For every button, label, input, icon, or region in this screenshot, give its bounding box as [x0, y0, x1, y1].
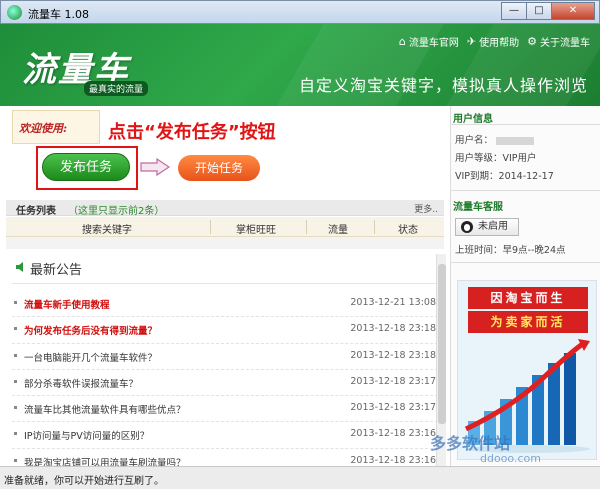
username-label: 用户名：	[455, 135, 494, 146]
bullet	[14, 458, 17, 462]
sidebar: 用户信息 用户名： 用户等级：VIP用户 VIP到期：2014-12-17 流量…	[450, 106, 600, 466]
official-site-label: 流量车官网	[408, 38, 459, 49]
news-date: 2013-12-18 23:16	[350, 428, 436, 440]
column-status[interactable]: 状态	[398, 221, 418, 236]
divider	[451, 262, 600, 263]
arrow-right-icon	[140, 158, 170, 176]
main-panel: 欢迎使用: 点击“发布任务”按钮 发布任务 开始任务 任务列表 （这里只显示前2…	[6, 106, 446, 476]
bullet	[14, 379, 17, 383]
speaker-icon	[16, 262, 23, 272]
news-list: 流量车新手使用教程 2013-12-21 13:08 为何发布任务后没有得到流量…	[12, 291, 438, 476]
news-title[interactable]: 部分杀毒软件误报流量车？	[24, 376, 138, 390]
divider	[451, 124, 600, 125]
header-links: ⌂ 流量车官网 ✈ 使用帮助 ⚙ 关于流量车	[399, 34, 590, 49]
news-date: 2013-12-18 23:17	[350, 375, 436, 387]
gear-icon: ⚙	[527, 35, 537, 48]
column-divider	[210, 220, 211, 234]
bullet	[14, 353, 17, 357]
task-list-header: 任务列表 （这里只显示前2条） 更多..	[6, 200, 444, 217]
news-title[interactable]: 流量车新手使用教程	[24, 297, 110, 311]
customer-service-button[interactable]: 未启用	[455, 218, 519, 236]
column-traffic[interactable]: 流量	[328, 221, 348, 236]
instruction-text: 点击“发布任务”按钮	[108, 122, 276, 143]
publish-task-button[interactable]: 发布任务	[42, 153, 130, 181]
list-item[interactable]: 为何发布任务后没有得到流量？ 2013-12-18 23:18	[12, 317, 438, 344]
username-row: 用户名：	[455, 132, 535, 146]
column-divider	[374, 220, 375, 234]
username-value-redacted	[496, 136, 535, 145]
bullet	[14, 432, 17, 436]
home-icon: ⌂	[398, 35, 406, 48]
vip-expire: VIP到期：2014-12-17	[455, 171, 554, 182]
status-bar: 准备就绪，你可以开始进行互刷了。	[0, 466, 600, 489]
divider	[12, 283, 438, 284]
close-button[interactable]: ✕	[551, 2, 595, 20]
window-title: 流量车 1.08	[28, 8, 89, 21]
title-bar: 流量车 1.08 — □ ✕	[0, 0, 600, 24]
list-item[interactable]: 部分杀毒软件误报流量车？ 2013-12-18 23:17	[12, 370, 438, 397]
more-link[interactable]: 更多..	[414, 202, 438, 215]
news-title[interactable]: 为何发布任务后没有得到流量？	[24, 323, 157, 337]
bullet	[14, 301, 17, 304]
start-task-button[interactable]: 开始任务	[178, 155, 260, 181]
minimize-button[interactable]: —	[501, 2, 527, 20]
news-title[interactable]: IP访问量与PV访问量的区别？	[24, 428, 149, 442]
column-keyword[interactable]: 搜索关键字	[82, 221, 132, 236]
welcome-text: 欢迎使用:	[19, 122, 68, 135]
service-title: 流量车客服	[453, 202, 503, 213]
list-item[interactable]: IP访问量与PV访问量的区别？ 2013-12-18 23:16	[12, 422, 438, 449]
app-icon	[7, 5, 22, 20]
list-item[interactable]: 流量车新手使用教程 2013-12-21 13:08	[12, 291, 438, 318]
task-table-header: 搜索关键字 掌柜旺旺 流量 状态	[6, 217, 444, 237]
watermark-url: ddooo.com	[480, 452, 541, 465]
news-date: 2013-12-18 23:17	[350, 402, 436, 414]
notice-title: 最新公告	[30, 263, 83, 278]
divider	[451, 190, 600, 191]
list-item[interactable]: 流量车比其他流量软件具有哪些优点？ 2013-12-18 23:17	[12, 396, 438, 423]
column-shopkeeper[interactable]: 掌柜旺旺	[236, 221, 276, 236]
official-site-link[interactable]: ⌂ 流量车官网	[399, 34, 459, 49]
service-button-label: 未启用	[478, 221, 508, 232]
bullet	[14, 327, 17, 331]
scroll-thumb[interactable]	[438, 264, 446, 424]
working-hours: 上班时间：早9点--晚24点	[455, 245, 566, 256]
app-header: 流量车 最真实的流量 ⌂ 流量车官网 ✈ 使用帮助 ⚙ 关于流量车 自定义淘宝关…	[0, 24, 600, 106]
column-divider	[306, 220, 307, 234]
window-controls: — □ ✕	[501, 2, 595, 20]
news-date: 2013-12-21 13:08	[350, 297, 436, 308]
news-title[interactable]: 一台电脑能开几个流量车软件？	[24, 350, 157, 364]
welcome-badge: 欢迎使用:	[12, 110, 100, 144]
send-icon: ✈	[466, 35, 477, 48]
status-text: 准备就绪，你可以开始进行互刷了。	[4, 476, 164, 487]
news-date: 2013-12-18 23:18	[350, 349, 436, 361]
news-date: 2013-12-18 23:18	[350, 323, 436, 335]
qq-icon	[461, 221, 473, 233]
user-level: 用户等级：VIP用户	[455, 153, 537, 164]
help-label: 使用帮助	[479, 38, 520, 49]
news-title[interactable]: 流量车比其他流量软件具有哪些优点？	[24, 402, 186, 416]
ad-headline: 因淘宝而生	[468, 287, 588, 309]
logo-tagline: 最真实的流量	[84, 81, 149, 96]
header-slogan: 自定义淘宝关键字，模拟真人操作浏览	[298, 76, 588, 95]
user-info-title: 用户信息	[453, 114, 493, 125]
maximize-button[interactable]: □	[526, 2, 552, 20]
task-list-note: （这里只显示前2条）	[68, 206, 165, 217]
task-list-title: 任务列表	[16, 206, 56, 217]
bullet	[14, 406, 17, 410]
help-link[interactable]: ✈ 使用帮助	[467, 34, 519, 49]
task-table-body	[6, 237, 444, 249]
ad-subline: 为卖家而活	[468, 311, 588, 333]
list-item[interactable]: 一台电脑能开几个流量车软件？ 2013-12-18 23:18	[12, 344, 438, 370]
about-link[interactable]: ⚙ 关于流量车	[527, 34, 590, 49]
about-label: 关于流量车	[540, 38, 590, 49]
watermark-logo: 多多软件站	[430, 434, 511, 453]
news-date: 2013-12-18 23:16	[350, 454, 436, 466]
